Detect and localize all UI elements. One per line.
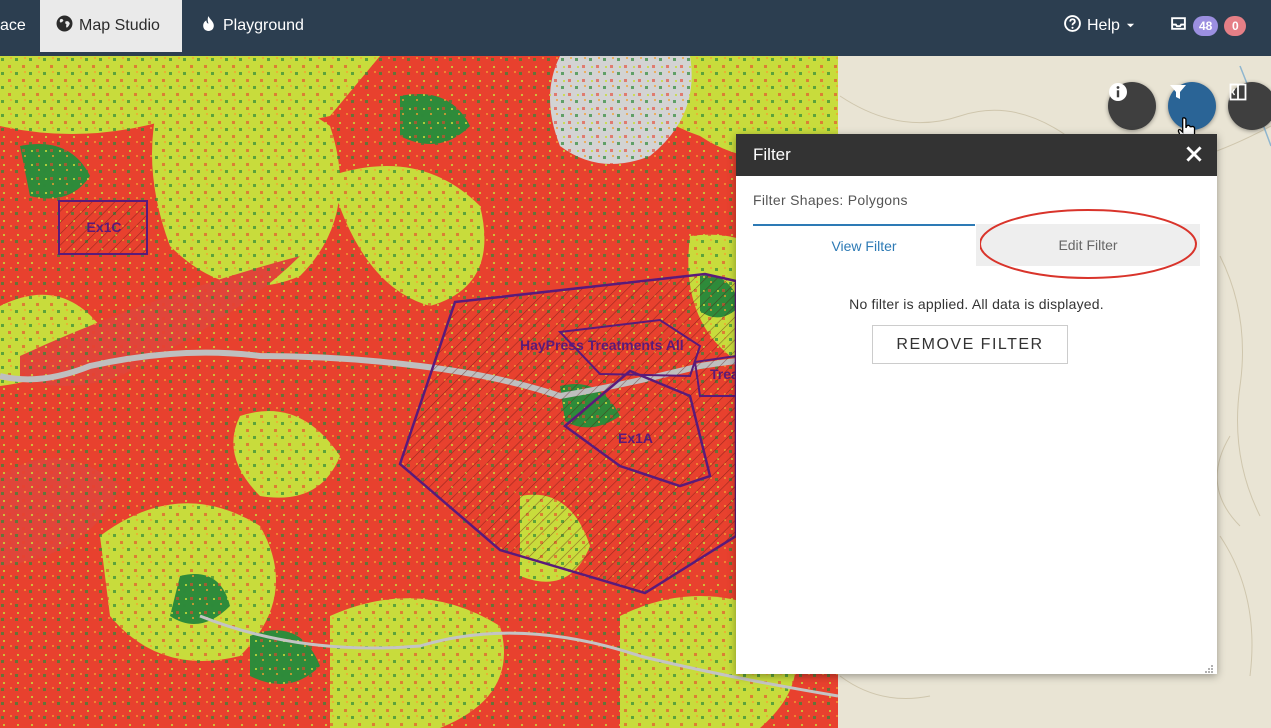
chevron-down-icon bbox=[1126, 17, 1135, 35]
nav-item-workspace[interactable]: ace bbox=[0, 0, 30, 52]
nav-item-playground[interactable]: Playground bbox=[200, 0, 304, 52]
question-circle-icon bbox=[1064, 15, 1081, 37]
resize-grip-icon[interactable] bbox=[1204, 661, 1214, 673]
polygon-ex1c[interactable]: Ex1C bbox=[58, 200, 148, 255]
split-view-button[interactable] bbox=[1228, 82, 1271, 130]
filter-panel-header: Filter bbox=[736, 134, 1217, 176]
notifications[interactable]: 48 0 bbox=[1170, 0, 1247, 52]
tab-view-filter[interactable]: View Filter bbox=[753, 224, 975, 266]
nav-item-playground-label: Playground bbox=[223, 17, 304, 34]
nav-item-map-studio[interactable]: Map Studio bbox=[40, 0, 182, 52]
polygon-label-trea: Trea bbox=[710, 366, 739, 382]
notification-badge-count: 48 bbox=[1193, 16, 1219, 36]
filter-status-message: No filter is applied. All data is displa… bbox=[849, 296, 1104, 312]
top-navbar: ace Map Studio Playground Help 48 0 bbox=[0, 0, 1271, 56]
polygon-label-haypress: HayPress Treatments All bbox=[520, 337, 684, 353]
globe-icon bbox=[56, 15, 73, 37]
help-menu[interactable]: Help bbox=[1064, 0, 1135, 52]
remove-filter-button[interactable]: REMOVE FILTER bbox=[872, 325, 1068, 364]
nav-item-map-studio-label: Map Studio bbox=[79, 17, 160, 34]
polygon-label-ex1c: Ex1C bbox=[86, 219, 121, 235]
flame-icon bbox=[200, 15, 217, 37]
close-icon[interactable] bbox=[1183, 143, 1205, 165]
polygon-label-ex1a: Ex1A bbox=[618, 430, 653, 446]
edit-filter-highlight-ellipse bbox=[980, 209, 1197, 279]
info-button[interactable] bbox=[1108, 82, 1156, 130]
filter-panel: Filter Filter Shapes: Polygons View Filt… bbox=[736, 134, 1217, 674]
inbox-icon bbox=[1170, 15, 1187, 37]
filter-panel-title: Filter bbox=[753, 145, 791, 164]
nav-item-workspace-label: ace bbox=[0, 17, 26, 34]
alert-badge-count: 0 bbox=[1224, 16, 1247, 36]
help-label: Help bbox=[1087, 17, 1120, 34]
filter-shapes-label: Filter Shapes: Polygons bbox=[753, 192, 908, 208]
